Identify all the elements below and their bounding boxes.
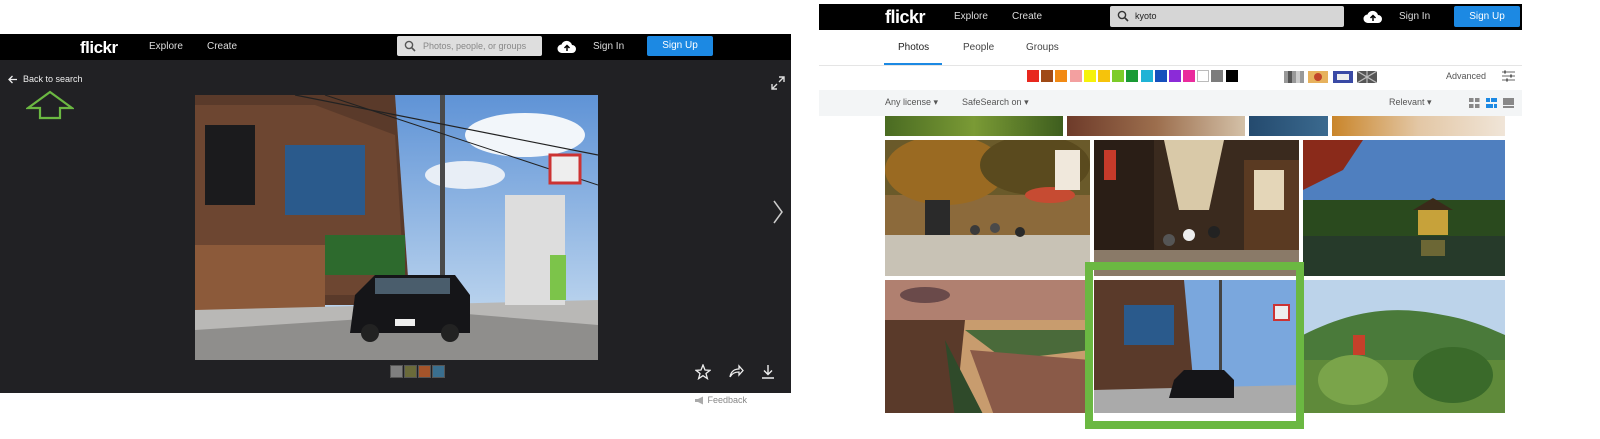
- photo-result[interactable]: [1303, 140, 1505, 276]
- color-swatch[interactable]: [1112, 70, 1125, 82]
- color-swatch[interactable]: [1225, 70, 1238, 82]
- search-icon: [404, 40, 416, 52]
- color-swatch[interactable]: [1154, 70, 1167, 82]
- color-filter-swatches: [1027, 70, 1240, 84]
- style-filter-icons: [1284, 70, 1378, 88]
- nav-create[interactable]: Create: [207, 41, 237, 52]
- photo-result[interactable]: [1332, 116, 1505, 136]
- chevron-down-icon: ▾: [1024, 97, 1029, 107]
- color-swatch[interactable]: [1183, 70, 1196, 82]
- black-and-white-filter-icon[interactable]: [1284, 71, 1304, 83]
- signin-link[interactable]: Sign In: [1399, 11, 1430, 22]
- flickr-logo[interactable]: flickr: [885, 7, 926, 28]
- search-icon: [1117, 10, 1129, 22]
- filter-sliders-icon[interactable]: [1502, 70, 1515, 82]
- detail-view-icon[interactable]: [1503, 98, 1514, 108]
- safesearch-dropdown[interactable]: SafeSearch on ▾: [962, 97, 1029, 108]
- filter-bar: Any license ▾ SafeSearch on ▾ Relevant ▾: [819, 90, 1522, 116]
- color-swatch[interactable]: [1083, 70, 1096, 82]
- nav-explore[interactable]: Explore: [954, 11, 988, 22]
- chevron-down-icon: ▾: [933, 97, 939, 107]
- fullscreen-expand-icon[interactable]: [771, 76, 785, 90]
- favorite-star-icon[interactable]: [695, 364, 711, 380]
- next-photo-chevron-icon[interactable]: [773, 200, 783, 224]
- top-navbar: flickr Explore Create Photos, people, or…: [0, 34, 791, 60]
- search-input[interactable]: Photos, people, or groups: [397, 36, 542, 56]
- color-swatch[interactable]: [1197, 70, 1210, 82]
- signup-button[interactable]: Sign Up: [647, 36, 713, 56]
- search-results-panel: flickr Explore Create kyoto Sign In Sign…: [819, 4, 1522, 429]
- sort-dropdown[interactable]: Relevant ▾: [1389, 97, 1432, 108]
- color-swatch[interactable]: [1211, 70, 1224, 82]
- photo-result[interactable]: [885, 280, 1090, 413]
- advanced-filters-link[interactable]: Advanced: [1446, 71, 1486, 81]
- feedback-button[interactable]: Feedback: [694, 395, 747, 405]
- search-value: kyoto: [1135, 11, 1157, 21]
- main-photo: [195, 95, 598, 360]
- photo-result[interactable]: [885, 140, 1090, 276]
- sort-dropdown-label: Relevant: [1389, 97, 1425, 107]
- upload-cloud-icon[interactable]: [1363, 9, 1383, 24]
- back-to-search-link[interactable]: Back to search: [8, 74, 83, 84]
- search-tabs: Photos People Groups: [819, 30, 1522, 66]
- annotation-up-arrow-icon: [26, 90, 74, 120]
- tab-photos[interactable]: Photos: [898, 42, 929, 53]
- license-dropdown[interactable]: Any license ▾: [885, 97, 938, 108]
- color-swatch[interactable]: [1041, 70, 1054, 82]
- share-arrow-icon[interactable]: [728, 364, 744, 380]
- nav-explore[interactable]: Explore: [149, 41, 183, 52]
- download-icon[interactable]: [760, 364, 776, 380]
- photo-result[interactable]: [1303, 280, 1505, 413]
- chevron-down-icon: ▾: [1427, 97, 1432, 107]
- shallow-depth-filter-icon[interactable]: [1308, 71, 1329, 83]
- signup-button[interactable]: Sign Up: [1454, 6, 1520, 27]
- color-swatch[interactable]: [1126, 70, 1139, 82]
- filmstrip-thumb[interactable]: [404, 365, 417, 378]
- photo-result[interactable]: [885, 116, 1063, 136]
- photo-viewer-panel: flickr Explore Create Photos, people, or…: [0, 34, 791, 393]
- color-swatch[interactable]: [1097, 70, 1110, 82]
- safesearch-dropdown-label: SafeSearch on: [962, 97, 1022, 107]
- color-swatch[interactable]: [1027, 70, 1039, 82]
- filmstrip: [390, 365, 446, 379]
- signin-link[interactable]: Sign In: [593, 41, 624, 52]
- color-swatch[interactable]: [1055, 70, 1068, 82]
- grid-view-icon[interactable]: [1469, 98, 1480, 108]
- photo-result[interactable]: [1094, 140, 1299, 276]
- photo-result[interactable]: [1067, 116, 1245, 136]
- selected-photo-highlight: [1085, 262, 1304, 429]
- search-input[interactable]: kyoto: [1110, 6, 1344, 27]
- top-navbar: flickr Explore Create kyoto Sign In Sign…: [819, 4, 1522, 30]
- photo-result[interactable]: [1249, 116, 1328, 136]
- color-swatch[interactable]: [1140, 70, 1153, 82]
- feedback-label: Feedback: [707, 395, 748, 405]
- upload-cloud-icon[interactable]: [557, 39, 577, 54]
- flickr-logo[interactable]: flickr: [80, 38, 118, 58]
- color-swatch[interactable]: [1168, 70, 1181, 82]
- filmstrip-thumb[interactable]: [390, 365, 403, 378]
- license-dropdown-label: Any license: [885, 97, 932, 107]
- minimalist-filter-icon[interactable]: [1332, 71, 1353, 83]
- tab-groups[interactable]: Groups: [1026, 42, 1059, 53]
- patterns-filter-icon[interactable]: [1357, 70, 1378, 84]
- tab-people[interactable]: People: [963, 42, 994, 53]
- megaphone-icon: [695, 396, 703, 405]
- filmstrip-thumb[interactable]: [418, 365, 431, 378]
- nav-create[interactable]: Create: [1012, 11, 1042, 22]
- back-to-search-label: Back to search: [23, 74, 83, 84]
- arrow-left-icon: [8, 75, 17, 84]
- color-swatch[interactable]: [1069, 70, 1082, 82]
- filmstrip-thumb[interactable]: [432, 365, 445, 378]
- justified-view-icon[interactable]: [1486, 98, 1497, 108]
- search-placeholder: Photos, people, or groups: [423, 41, 527, 51]
- active-tab-underline: [884, 63, 942, 65]
